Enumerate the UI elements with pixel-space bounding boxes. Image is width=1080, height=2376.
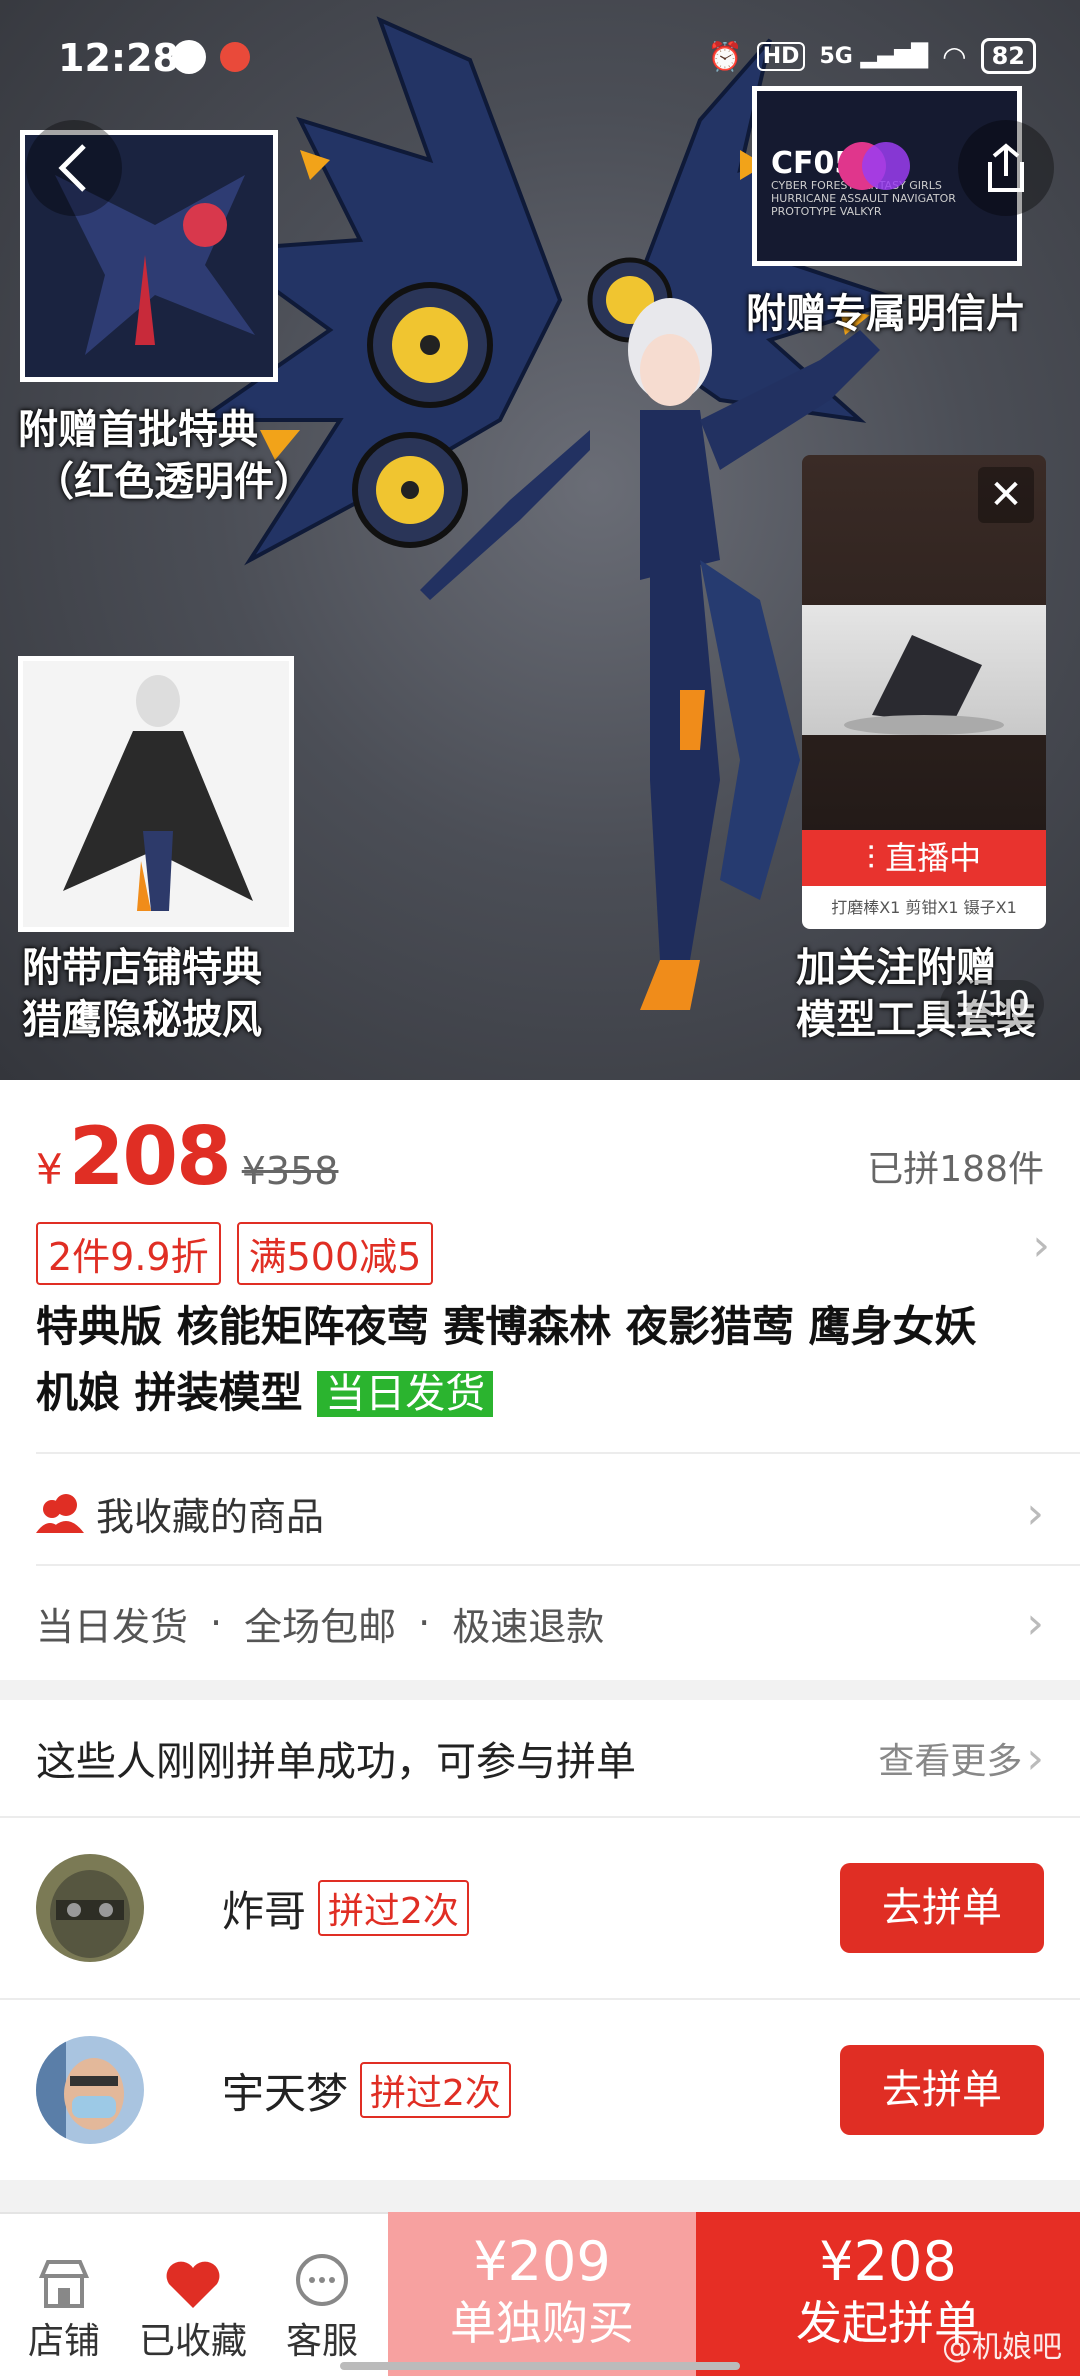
live-video-frame [802,605,1046,735]
group-buy-section: 这些人刚刚拼单成功，可参与拼单 查看更多 › 炸哥 拼过2次 去拼单 宇天梦 拼… [0,1700,1080,2180]
currency-symbol: ¥ [36,1145,63,1194]
service-item: 极速退款 [452,1604,605,1649]
close-icon: ✕ [989,472,1023,518]
price-block: ¥ 208 ¥358 [36,1110,338,1203]
heart-icon [128,2242,258,2312]
watermark: @机娘吧 [942,2330,1062,2365]
back-button[interactable] [26,120,122,216]
service-separator: · [210,1601,223,1645]
users-icon [36,1494,84,1533]
discount-tags[interactable]: 2件9.9折 满500减5 [36,1222,434,1285]
join-group-button[interactable]: 去拼单 [840,2045,1044,2135]
tab-favorites[interactable]: 已收藏 [128,2242,258,2364]
avatar [36,1854,144,1962]
see-more-link[interactable]: 查看更多 [878,1732,1022,1784]
chevron-right-icon: › [1026,1487,1044,1539]
tab-customer-service[interactable]: 客服 [272,2242,372,2364]
promo-bottom-left: 附带店铺特典 猎鹰隐秘披风 [22,945,262,1043]
sold-count: 已拼188件 [867,1149,1044,1190]
group-buy-price: ¥208 [819,2230,957,2293]
chevron-right-icon[interactable]: › [1026,1733,1044,1784]
promo-top-right: 附赠专属明信片 [746,291,1026,337]
group-count-tag: 拼过2次 [318,1880,469,1936]
group-count-tag: 拼过2次 [360,2062,511,2118]
app-logo-icon [836,138,912,194]
product-info-card: ¥ 208 ¥358 已拼188件 2件9.9折 满500减5 › 特典版 核能… [0,1080,1080,1680]
single-buy-label: 单独购买 [450,2296,634,2350]
divider [36,1452,1080,1454]
group-user-row: 宇天梦 拼过2次 去拼单 [36,2000,1044,2180]
product-title: 特典版 核能矩阵夜莺 赛博森林 夜影猎莺 鹰身女妖 机娘 拼装模型 当日发货 [36,1302,977,1417]
group-user-row: 炸哥 拼过2次 去拼单 [36,1818,1044,1998]
promo-top-left: 附赠首批特典 （红色透明件） [18,407,314,505]
chevron-right-icon[interactable]: › [1032,1220,1050,1271]
single-buy-button[interactable]: ¥209 单独购买 [388,2212,696,2376]
live-wave-icon: ⫶ [866,839,886,877]
image-counter: 1/10 [939,980,1044,1028]
group-buy-heading: 这些人刚刚拼单成功，可参与拼单 [36,1739,636,1785]
share-button[interactable] [958,120,1054,216]
group-buy-header: 这些人刚刚拼单成功，可参与拼单 查看更多 › [36,1700,1044,1816]
join-group-button[interactable]: 去拼单 [840,1863,1044,1953]
tab-favorites-label: 已收藏 [138,2321,247,2362]
user-name: 炸哥 [222,1886,307,1936]
app-notification-icon [220,42,250,72]
chevron-right-icon: › [1026,1597,1044,1649]
divider [36,1564,1080,1566]
live-tools-strip: 打磨棒X1 剪钳X1 镊子X1 [802,886,1046,929]
wifi-icon: ◠ [942,39,967,73]
battery-icon: 82 [980,38,1036,74]
discount-tag: 2件9.9折 [36,1222,221,1285]
bottom-action-bar: 店铺 已收藏 客服 ¥209 单独购买 ¥208 发起拼单 @机娘吧 [0,2212,1080,2376]
single-buy-price: ¥209 [473,2230,611,2293]
tab-store[interactable]: 店铺 [14,2242,114,2364]
home-indicator [340,2362,740,2370]
back-arrow-icon [58,144,86,192]
chat-icon [272,2242,372,2312]
store-icon [14,2242,114,2312]
collected-items-row[interactable]: 我收藏的商品 › [36,1460,1044,1566]
avatar [36,2036,144,2144]
hd-icon: HD [756,41,806,71]
app-notification-icon [172,40,206,74]
signal-icon: 5G ▂▄▆█ [819,43,929,69]
tab-customer-service-label: 客服 [285,2321,358,2362]
close-live-button[interactable]: ✕ [978,467,1034,523]
service-item: 全场包邮 [244,1604,397,1649]
service-item: 当日发货 [36,1604,189,1649]
alarm-icon: ⏰ [707,39,743,73]
live-stream-window[interactable]: ✕ ⫶ 直播中 打磨棒X1 剪钳X1 镊子X1 [802,455,1046,929]
tab-store-label: 店铺 [27,2321,100,2362]
live-badge[interactable]: ⫶ 直播中 [802,830,1046,886]
collected-items-label: 我收藏的商品 [96,1494,325,1539]
same-day-ship-badge: 当日发货 [317,1371,494,1417]
original-price: ¥358 [241,1149,339,1193]
share-icon [988,143,1024,192]
status-time: 12:28 [58,36,179,80]
current-price: 208 [68,1110,232,1203]
user-name: 宇天梦 [222,2068,349,2118]
cloak-thumbnail [18,656,294,932]
service-row[interactable]: 当日发货 · 全场包邮 · 极速退款 › [36,1568,1044,1678]
discount-tag: 满500减5 [236,1222,434,1285]
service-separator: · [418,1601,431,1645]
